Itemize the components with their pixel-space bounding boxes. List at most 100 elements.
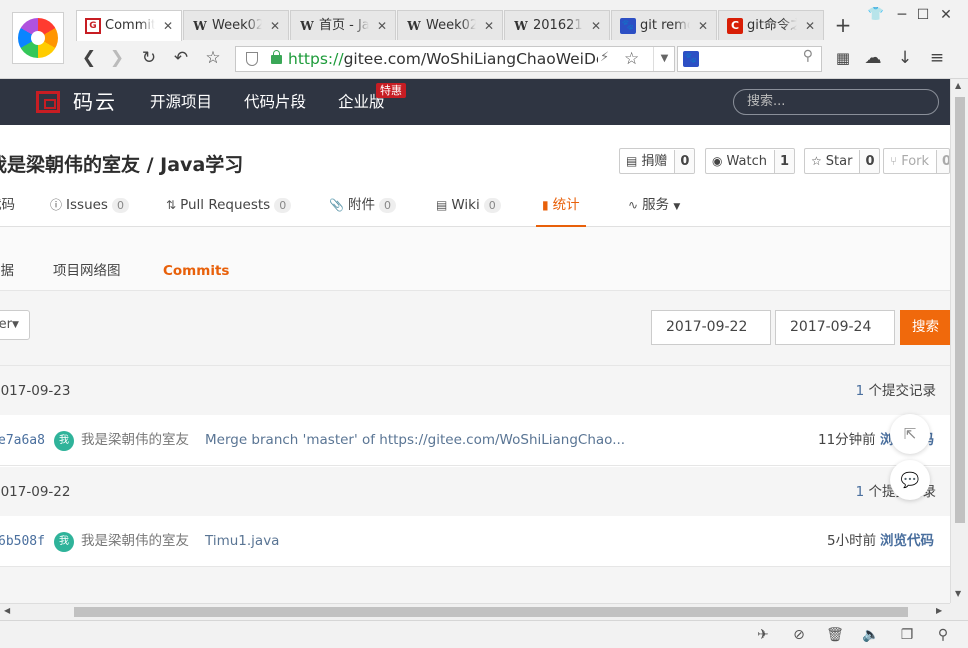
commit-message[interactable]: Timu1.java	[205, 516, 279, 567]
new-tab-button[interactable]: +	[832, 14, 854, 36]
address-bar[interactable]: https://gitee.com/WoShiLiangChaoWeiDeS ⚡…	[235, 46, 675, 72]
donate-button[interactable]: ▤ 捐赠 0	[619, 148, 696, 174]
csdn-icon: C	[727, 18, 743, 34]
maximize-icon[interactable]: ☐	[912, 4, 934, 26]
scroll-up-icon[interactable]: ▲	[955, 81, 961, 90]
trash-icon[interactable]: 🗑	[826, 626, 844, 644]
tab-stats[interactable]: ▮ 统计	[536, 186, 586, 227]
commit-filter-bar: master ▼ 2017-09-22 2017-09-24 搜索	[0, 291, 952, 366]
cloud-icon[interactable]: ☁	[862, 47, 884, 69]
lightning-icon[interactable]: ⚡	[600, 50, 609, 65]
tab-services[interactable]: ∿ 服务 ▼	[628, 186, 680, 227]
horizontal-scroll-thumb[interactable]	[74, 607, 908, 617]
close-icon[interactable]: ✕	[375, 19, 389, 33]
close-icon[interactable]: ✕	[696, 19, 710, 33]
forward-icon[interactable]: ❯	[106, 47, 128, 69]
window-icon[interactable]: ❐	[898, 626, 916, 644]
repo-title[interactable]: 我是梁朝伟的室友 / Java学习	[0, 150, 243, 177]
search-button[interactable]: 搜索	[900, 310, 952, 345]
undo-icon[interactable]: ↶	[170, 47, 192, 69]
close-icon[interactable]: ✕	[589, 19, 603, 33]
search-icon[interactable]: ⚲	[803, 48, 813, 64]
issue-icon: ⓘ	[50, 198, 63, 212]
minimize-icon[interactable]: ─	[891, 4, 913, 26]
scroll-down-icon[interactable]: ▼	[955, 589, 961, 598]
eye-icon: ◉	[712, 154, 723, 168]
caret-down-icon: ▼	[673, 202, 681, 212]
end-date-input[interactable]: 2017-09-24	[775, 310, 895, 345]
back-icon[interactable]: ❮	[78, 47, 100, 69]
browser-logo[interactable]	[12, 12, 64, 64]
nav-code-snippets[interactable]: 代码片段	[244, 79, 306, 125]
menu-icon[interactable]: ≡	[926, 47, 948, 69]
browser-tab-git-commands[interactable]: C git命令之 ✕	[718, 10, 824, 40]
share-icon[interactable]: ⇱	[890, 414, 930, 454]
gitee-logo-icon[interactable]	[36, 91, 60, 113]
url-text[interactable]: https://gitee.com/WoShiLiangChaoWeiDeS	[288, 47, 598, 71]
chevron-down-icon[interactable]: ▼	[653, 47, 675, 71]
pulse-icon: ∿	[628, 198, 639, 212]
browser-tab-git-remote[interactable]: 🐾 git remo ✕	[611, 10, 717, 40]
star-button[interactable]: ☆ Star 0	[804, 148, 881, 174]
avatar[interactable]: 我	[54, 431, 74, 451]
nav-open-source[interactable]: 开源项目	[150, 79, 212, 125]
zoom-icon[interactable]: ⚲	[934, 626, 952, 644]
browse-code-link[interactable]: 浏览代码	[880, 516, 934, 567]
browser-search-input[interactable]: 🐾 ⚲	[677, 46, 822, 72]
avatar[interactable]: 我	[54, 532, 74, 552]
reload-icon[interactable]: ↻	[138, 47, 160, 69]
commit-message[interactable]: Merge branch 'master' of https://gitee.c…	[205, 415, 625, 466]
close-window-icon[interactable]: ✕	[935, 4, 957, 26]
fork-icon: ⑂	[890, 154, 898, 168]
tab-wiki[interactable]: ▤ Wiki 0	[436, 186, 501, 227]
vertical-scrollbar[interactable]: ▲ ▼	[950, 79, 968, 603]
shirt-skin-icon[interactable]: 👕	[865, 4, 887, 26]
tab-issues[interactable]: ⓘ Issues 0	[50, 186, 129, 227]
shield-icon	[246, 52, 258, 66]
content-background	[0, 567, 950, 603]
bar-chart-icon: ▮	[542, 198, 549, 212]
vertical-scroll-thumb[interactable]	[955, 97, 965, 523]
browser-tab-commits[interactable]: G Commits ✕	[76, 10, 182, 41]
download-icon[interactable]: ↓	[894, 47, 916, 69]
commit-sha[interactable]: 6b508f	[0, 516, 45, 567]
browser-logo-icon	[18, 18, 58, 58]
commit-author[interactable]: 我是梁朝伟的室友	[81, 415, 189, 466]
browser-tab-2016211[interactable]: W 2016211 ✕	[504, 10, 610, 40]
scroll-right-icon[interactable]: ▶	[936, 606, 942, 615]
tab-pull-requests[interactable]: ⇅ Pull Requests 0	[166, 186, 292, 227]
commit-sha[interactable]: e7a6a8	[0, 415, 45, 466]
close-icon[interactable]: ✕	[268, 19, 282, 33]
bookmark-star-icon[interactable]: ☆	[624, 47, 639, 71]
close-icon[interactable]: ✕	[161, 19, 175, 33]
browser-tab-week02-2[interactable]: W Week02 ✕	[397, 10, 503, 40]
comment-icon[interactable]: 💬	[890, 460, 930, 500]
browser-tab-home[interactable]: W 首页 - Ja ✕	[290, 10, 396, 40]
close-icon[interactable]: ✕	[482, 19, 496, 33]
watch-count: 1	[773, 150, 795, 173]
commit-author[interactable]: 我是梁朝伟的室友	[81, 516, 189, 567]
promo-badge: 特惠	[376, 83, 406, 98]
scroll-left-icon[interactable]: ◀	[4, 606, 10, 615]
site-name[interactable]: 码云	[73, 79, 117, 125]
horizontal-scrollbar[interactable]: ◀ ▶	[0, 603, 950, 620]
scroll-corner	[950, 603, 968, 620]
close-icon[interactable]: ✕	[803, 19, 817, 33]
favorite-star-icon[interactable]: ☆	[202, 47, 224, 69]
baidu-paw-icon: 🐾	[620, 18, 636, 34]
start-date-input[interactable]: 2017-09-22	[651, 310, 771, 345]
tab-code[interactable]: 代码	[0, 186, 15, 227]
no-image-icon[interactable]: ⊘	[790, 626, 808, 644]
fork-count: 0	[936, 150, 949, 173]
volume-icon[interactable]: 🔈	[862, 626, 880, 644]
commit-row: e7a6a8 我 我是梁朝伟的室友 Merge branch 'master' …	[0, 415, 950, 466]
baidu-paw-icon: 🐾	[683, 51, 699, 67]
w-logo-icon: W	[300, 19, 314, 33]
pin-icon[interactable]: ✈	[754, 626, 772, 644]
watch-button[interactable]: ◉ Watch 1	[705, 148, 796, 174]
fork-button[interactable]: ⑂Fork0	[883, 148, 950, 174]
tab-attachments[interactable]: 📎 附件 0	[329, 186, 396, 227]
site-search-input[interactable]: 搜索...	[733, 89, 939, 115]
apps-grid-icon[interactable]: ▦	[832, 47, 854, 69]
browser-tab-week02[interactable]: W Week02 ✕	[183, 10, 289, 40]
